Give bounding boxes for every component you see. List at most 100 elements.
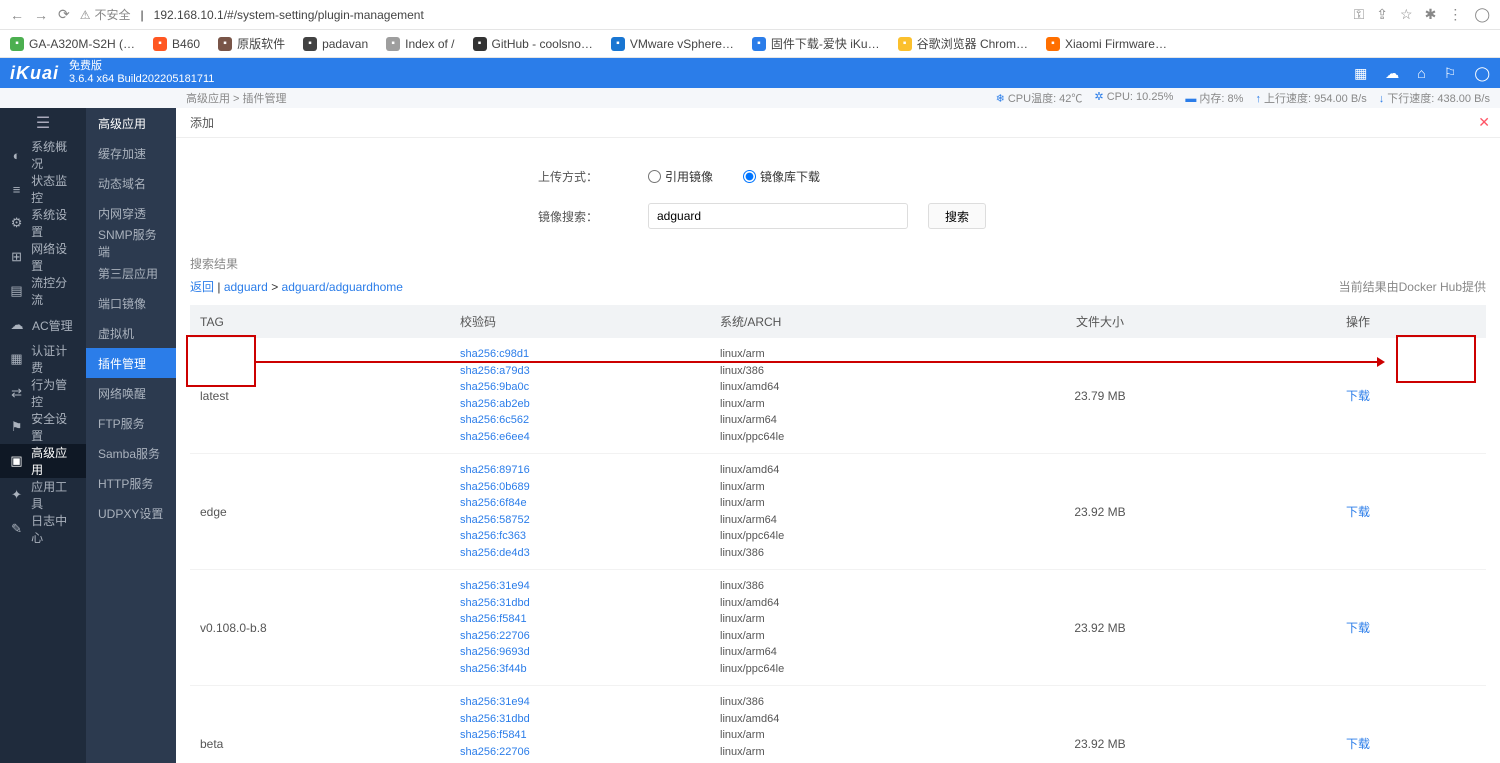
- sidebar2-item[interactable]: 端口镜像: [86, 288, 176, 318]
- search-button[interactable]: 搜索: [928, 203, 986, 229]
- path-b[interactable]: adguard/adguardhome: [282, 280, 403, 294]
- sidebar1-item[interactable]: ✎日志中心: [0, 512, 86, 546]
- table-row: latest sha256:c98d1sha256:a79d3sha256:9b…: [190, 338, 1486, 454]
- bookmark-item[interactable]: ▪Xiaomi Firmware…: [1046, 37, 1167, 51]
- key-icon[interactable]: ⚿: [1354, 6, 1365, 23]
- user-icon[interactable]: ◯: [1474, 65, 1490, 82]
- sha-link[interactable]: sha256:58752: [460, 512, 700, 529]
- sidebar1-item[interactable]: ⚑安全设置: [0, 410, 86, 444]
- back-icon[interactable]: ←: [10, 7, 24, 23]
- arch-value: linux/arm: [720, 628, 960, 645]
- cell-size: 23.79 MB: [970, 338, 1230, 454]
- sidebar1-item[interactable]: ⊞网络设置: [0, 240, 86, 274]
- sidebar2-item[interactable]: 虚拟机: [86, 318, 176, 348]
- sha-link[interactable]: sha256:6f84e: [460, 495, 700, 512]
- bookmark-item[interactable]: ▪B460: [153, 37, 200, 51]
- address-bar[interactable]: 192.168.10.1/#/system-setting/plugin-man…: [154, 8, 424, 22]
- table-row: v0.108.0-b.8 sha256:31e94sha256:31dbdsha…: [190, 570, 1486, 686]
- radio-import[interactable]: 引用镜像: [648, 168, 713, 185]
- sidebar1-item[interactable]: ▦认证计费: [0, 342, 86, 376]
- reload-icon[interactable]: ⟳: [58, 6, 70, 23]
- sha-link[interactable]: sha256:de4d3: [460, 545, 700, 562]
- sha-link[interactable]: sha256:fc363: [460, 528, 700, 545]
- avatar-icon[interactable]: ◯: [1474, 6, 1490, 23]
- sidebar2-item[interactable]: 动态域名: [86, 168, 176, 198]
- arch-value: linux/arm64: [720, 512, 960, 529]
- bookmark-item[interactable]: ▪GitHub - coolsno…: [473, 37, 593, 51]
- bookmark-item[interactable]: ▪原版软件: [218, 35, 285, 52]
- menu-icon[interactable]: ⋮: [1448, 6, 1462, 23]
- sha-link[interactable]: sha256:f5841: [460, 611, 700, 628]
- sidebar1-item[interactable]: ≡状态监控: [0, 172, 86, 206]
- radio-registry[interactable]: 镜像库下载: [743, 168, 820, 185]
- sha-link[interactable]: sha256:f5841: [460, 727, 700, 744]
- arch-value: linux/ppc64le: [720, 528, 960, 545]
- sha-link[interactable]: sha256:31e94: [460, 578, 700, 595]
- sidebar1-item[interactable]: ⇄行为管控: [0, 376, 86, 410]
- version-block: 免费版 3.6.4 x64 Build202205181711: [69, 60, 214, 86]
- sha-link[interactable]: sha256:3f44b: [460, 661, 700, 678]
- sha-link[interactable]: sha256:6c562: [460, 412, 700, 429]
- sha-link[interactable]: sha256:89716: [460, 462, 700, 479]
- annotation-box-tag: [186, 335, 256, 387]
- sha-link[interactable]: sha256:22706: [460, 744, 700, 761]
- sha-link[interactable]: sha256:0b689: [460, 479, 700, 496]
- cloud-icon[interactable]: ☁: [1385, 65, 1399, 82]
- results-title: 搜索结果: [190, 255, 1486, 272]
- arch-value: linux/amd64: [720, 379, 960, 396]
- sha-link[interactable]: sha256:ab2eb: [460, 396, 700, 413]
- sidebar2-item[interactable]: HTTP服务: [86, 468, 176, 498]
- bookmark-item[interactable]: ▪谷歌浏览器 Chrom…: [898, 35, 1028, 52]
- bookmark-item[interactable]: ▪VMware vSphere…: [611, 37, 734, 51]
- sidebar1-item[interactable]: ◐系统概况: [0, 138, 86, 172]
- path-a[interactable]: adguard: [224, 280, 268, 294]
- sidebar2-item[interactable]: Samba服务: [86, 438, 176, 468]
- sha-link[interactable]: sha256:31e94: [460, 694, 700, 711]
- extension-icon[interactable]: ✱: [1425, 6, 1437, 23]
- sidebar1-item[interactable]: ✦应用工具: [0, 478, 86, 512]
- flag-icon[interactable]: ⚐: [1444, 65, 1457, 82]
- download-link[interactable]: 下载: [1328, 387, 1388, 404]
- sidebar2-item[interactable]: UDPXY设置: [86, 498, 176, 528]
- sidebar1-item[interactable]: ▤流控分流: [0, 274, 86, 308]
- arch-value: linux/386: [720, 363, 960, 380]
- sha-link[interactable]: sha256:31dbd: [460, 711, 700, 728]
- sidebar2-item[interactable]: 插件管理: [86, 348, 176, 378]
- arch-value: linux/386: [720, 694, 960, 711]
- sidebar2-item[interactable]: SNMP服务端: [86, 228, 176, 258]
- sha-link[interactable]: sha256:22706: [460, 628, 700, 645]
- sha-link[interactable]: sha256:31dbd: [460, 595, 700, 612]
- sha-link[interactable]: sha256:a79d3: [460, 363, 700, 380]
- star-icon[interactable]: ☆: [1400, 6, 1413, 23]
- bookmark-item[interactable]: ▪padavan: [303, 37, 368, 51]
- search-input[interactable]: [648, 203, 908, 229]
- bookmark-item[interactable]: ▪固件下载-爱快 iKu…: [752, 35, 880, 52]
- cell-size: 23.92 MB: [970, 570, 1230, 686]
- sidebar2-item[interactable]: 第三层应用: [86, 258, 176, 288]
- sidebar1-item[interactable]: ☁AC管理: [0, 308, 86, 342]
- sidebar1-item[interactable]: ⚙系统设置: [0, 206, 86, 240]
- sidebar2-item[interactable]: 缓存加速: [86, 138, 176, 168]
- status-bar: 高级应用 > 插件管理 ❄ CPU温度: 42℃ ✲ CPU: 10.25% ▬…: [0, 88, 1500, 108]
- home-icon[interactable]: ⌂: [1417, 65, 1425, 82]
- share-icon[interactable]: ⇪: [1376, 6, 1388, 23]
- sha-link[interactable]: sha256:e6ee4: [460, 429, 700, 446]
- arch-value: linux/ppc64le: [720, 429, 960, 446]
- sidebar2-item[interactable]: 内网穿透: [86, 198, 176, 228]
- back-link[interactable]: 返回: [190, 280, 214, 294]
- grid-icon[interactable]: ▦: [1354, 65, 1367, 82]
- download-link[interactable]: 下载: [1328, 503, 1388, 520]
- forward-icon[interactable]: →: [34, 7, 48, 23]
- sha-link[interactable]: sha256:9ba0c: [460, 379, 700, 396]
- sidebar2-item[interactable]: FTP服务: [86, 408, 176, 438]
- close-icon[interactable]: ✕: [1478, 114, 1490, 131]
- download-link[interactable]: 下载: [1328, 735, 1388, 752]
- download-link[interactable]: 下载: [1328, 619, 1388, 636]
- menu-toggle-icon[interactable]: ☰: [0, 108, 86, 138]
- sidebar1-item[interactable]: ▣高级应用: [0, 444, 86, 478]
- sha-link[interactable]: sha256:9693d: [460, 644, 700, 661]
- down-stat: ↓ 下行速度: 438.00 B/s: [1379, 90, 1490, 106]
- bookmark-item[interactable]: ▪Index of /: [386, 37, 454, 51]
- bookmark-item[interactable]: ▪GA-A320M-S2H (…: [10, 37, 135, 51]
- sidebar2-item[interactable]: 网络唤醒: [86, 378, 176, 408]
